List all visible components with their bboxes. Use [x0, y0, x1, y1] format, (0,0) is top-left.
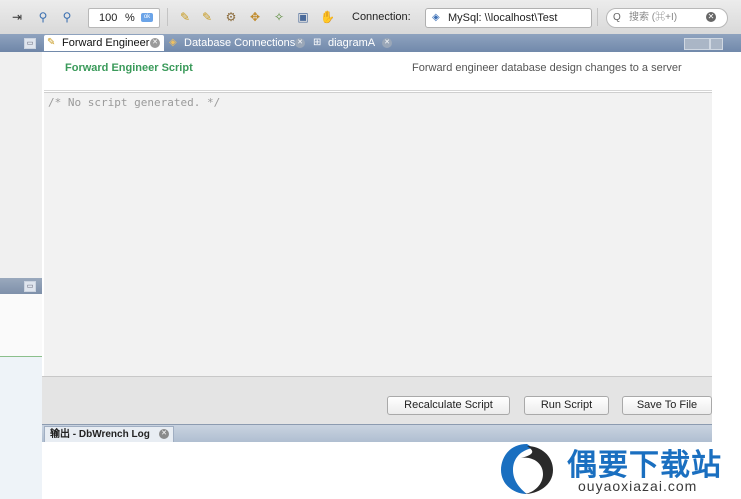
export-icon[interactable]: ▣: [296, 10, 310, 24]
left-panel-header: ▭: [0, 34, 42, 52]
database-icon: ◈: [169, 37, 177, 48]
tab-diagram-a[interactable]: ⊞ diagramA ✕: [310, 35, 396, 51]
tab-label: Database Connections: [184, 37, 296, 49]
zoom-in-icon[interactable]: ⚲: [36, 10, 50, 24]
note-icon[interactable]: ✎: [178, 10, 192, 24]
toolbar-divider: [597, 8, 598, 26]
minimize-panel-icon[interactable]: ▭: [24, 281, 36, 292]
action-button-bar: [42, 376, 712, 425]
tab-label: 输出 - DbWrench Log: [50, 429, 150, 440]
tab-scroll-buttons[interactable]: [684, 38, 710, 50]
minimize-panel-icon[interactable]: ▭: [24, 38, 36, 49]
run-script-button[interactable]: Run Script: [524, 396, 609, 415]
tab-label: diagramA: [328, 37, 376, 49]
hand-tool-icon[interactable]: ✋: [320, 10, 335, 24]
layout-icon[interactable]: ✧: [272, 10, 286, 24]
diagram-icon: ⊞: [313, 37, 322, 48]
search-icon: Q: [613, 12, 621, 23]
tab-list-menu-button[interactable]: [710, 38, 723, 50]
toolbar-divider: [167, 8, 168, 26]
note-add-icon[interactable]: ✎: [200, 10, 214, 24]
main-toolbar: ⇥ ⚲ ⚲ 100 % ok ✎ ✎ ⚙ ✥ ✧ ▣ ✋ Connection:…: [0, 0, 741, 35]
connection-selector[interactable]: ◈ MySql: \\localhost\Test: [425, 8, 592, 28]
forward-engineer-icon: ✎: [47, 37, 56, 48]
tab-database-connections[interactable]: ◈ Database Connections ✕: [166, 35, 308, 51]
script-editor[interactable]: [44, 92, 712, 377]
recalculate-script-button[interactable]: Recalculate Script: [387, 396, 510, 415]
close-icon[interactable]: ✕: [159, 429, 169, 439]
collapse-arrow-icon[interactable]: ⇥: [10, 10, 24, 24]
tab-label: Forward Engineer: [62, 37, 150, 49]
zoom-value: 100: [99, 12, 118, 24]
page-title: Forward Engineer Script: [65, 62, 193, 74]
close-icon[interactable]: ✕: [382, 38, 392, 48]
save-to-file-button[interactable]: Save To File: [622, 396, 712, 415]
connection-label: Connection:: [352, 11, 411, 23]
left-panel-section: [0, 294, 42, 357]
zoom-unit: %: [125, 12, 135, 24]
clear-search-icon[interactable]: ✕: [706, 12, 716, 22]
relation-icon[interactable]: ⚙: [224, 10, 238, 24]
editor-tab-bar: ✎ Forward Engineer ✕ ◈ Database Connecti…: [42, 34, 741, 52]
close-icon[interactable]: ✕: [150, 38, 160, 48]
close-icon[interactable]: ✕: [295, 38, 305, 48]
search-placeholder: 搜索 (⌘+I): [629, 12, 678, 23]
watermark-url: ouyaoxiazai.com: [578, 478, 698, 494]
connection-value: MySql: \\localhost\Test: [448, 12, 558, 24]
left-panel-section-lower: [0, 357, 42, 499]
zoom-ok-button[interactable]: ok: [141, 13, 153, 22]
tab-forward-engineer[interactable]: ✎ Forward Engineer ✕: [44, 35, 164, 51]
right-margin: [712, 52, 741, 499]
arrange-icon[interactable]: ✥: [248, 10, 262, 24]
script-placeholder-text: /* No script generated. */: [48, 96, 221, 109]
watermark-logo-icon: [501, 444, 553, 494]
database-connection-icon: ◈: [432, 12, 440, 23]
page-description: Forward engineer database design changes…: [412, 62, 682, 74]
zoom-out-icon[interactable]: ⚲: [60, 10, 74, 24]
zoom-field[interactable]: 100 % ok: [88, 8, 160, 28]
left-panel-header-secondary: ▭: [0, 278, 42, 294]
tab-dbwrench-log[interactable]: 输出 - DbWrench Log ✕: [44, 426, 174, 442]
